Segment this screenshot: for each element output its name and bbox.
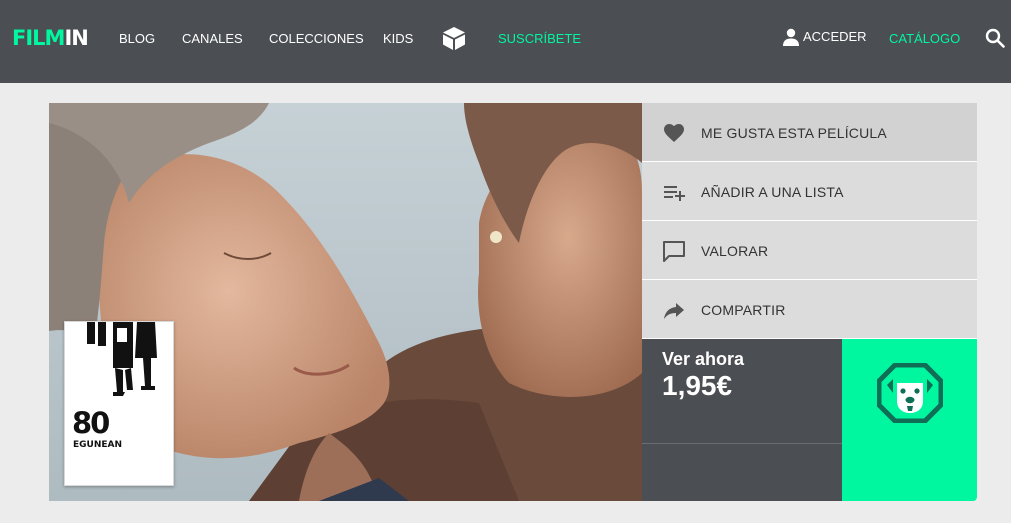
watch-now-label: Ver ahora xyxy=(662,349,745,369)
movie-poster[interactable]: 80 EGUNEAN xyxy=(64,321,174,486)
share-button[interactable]: COMPARTIR xyxy=(642,280,977,339)
comment-icon xyxy=(663,241,685,262)
playlist-add-icon xyxy=(664,186,685,201)
nav-canales[interactable]: CANALES xyxy=(182,31,243,46)
watch-now-button[interactable]: Ver ahora 1,95€ xyxy=(642,339,842,501)
filmin-logo[interactable]: FILMIN xyxy=(12,26,89,50)
share-icon xyxy=(664,303,684,319)
user-icon[interactable] xyxy=(782,28,800,46)
dog-promo-button[interactable] xyxy=(842,339,977,501)
logo-part-film: FILM xyxy=(12,26,65,50)
price-label: 1,95€ xyxy=(662,370,733,401)
logo-part-in: IN xyxy=(64,26,88,50)
cube-icon[interactable] xyxy=(441,25,467,51)
rate-label: VALORAR xyxy=(701,243,769,259)
poster-art xyxy=(65,322,173,406)
add-to-list-button[interactable]: AÑADIR A UNA LISTA xyxy=(642,162,977,221)
nav-catalog[interactable]: CATÁLOGO xyxy=(889,31,960,46)
nav-blog[interactable]: BLOG xyxy=(119,31,155,46)
add-to-list-label: AÑADIR A UNA LISTA xyxy=(701,184,844,200)
movie-actions: ME GUSTA ESTA PELÍCULA AÑADIR A UNA LIST… xyxy=(642,103,977,339)
nav-login[interactable]: ACCEDER xyxy=(803,29,867,44)
nav-colecciones[interactable]: COLECCIONES xyxy=(269,31,364,46)
dog-icon xyxy=(877,363,943,423)
poster-title-word: EGUNEAN xyxy=(73,440,123,450)
heart-icon xyxy=(664,124,684,142)
purchase-divider xyxy=(642,443,842,444)
search-icon[interactable] xyxy=(985,28,1005,48)
nav-subscribe[interactable]: SUSCRÍBETE xyxy=(498,31,581,46)
like-button[interactable]: ME GUSTA ESTA PELÍCULA xyxy=(642,103,977,162)
like-label: ME GUSTA ESTA PELÍCULA xyxy=(701,125,887,141)
rate-button[interactable]: VALORAR xyxy=(642,221,977,280)
nav-kids[interactable]: KIDS xyxy=(383,31,413,46)
share-label: COMPARTIR xyxy=(701,302,786,318)
poster-title-number: 80 xyxy=(72,406,110,440)
top-nav: FILMIN BLOG CANALES COLECCIONES KIDS SUS… xyxy=(0,0,1011,83)
movie-hero-image: 80 EGUNEAN xyxy=(49,103,642,501)
